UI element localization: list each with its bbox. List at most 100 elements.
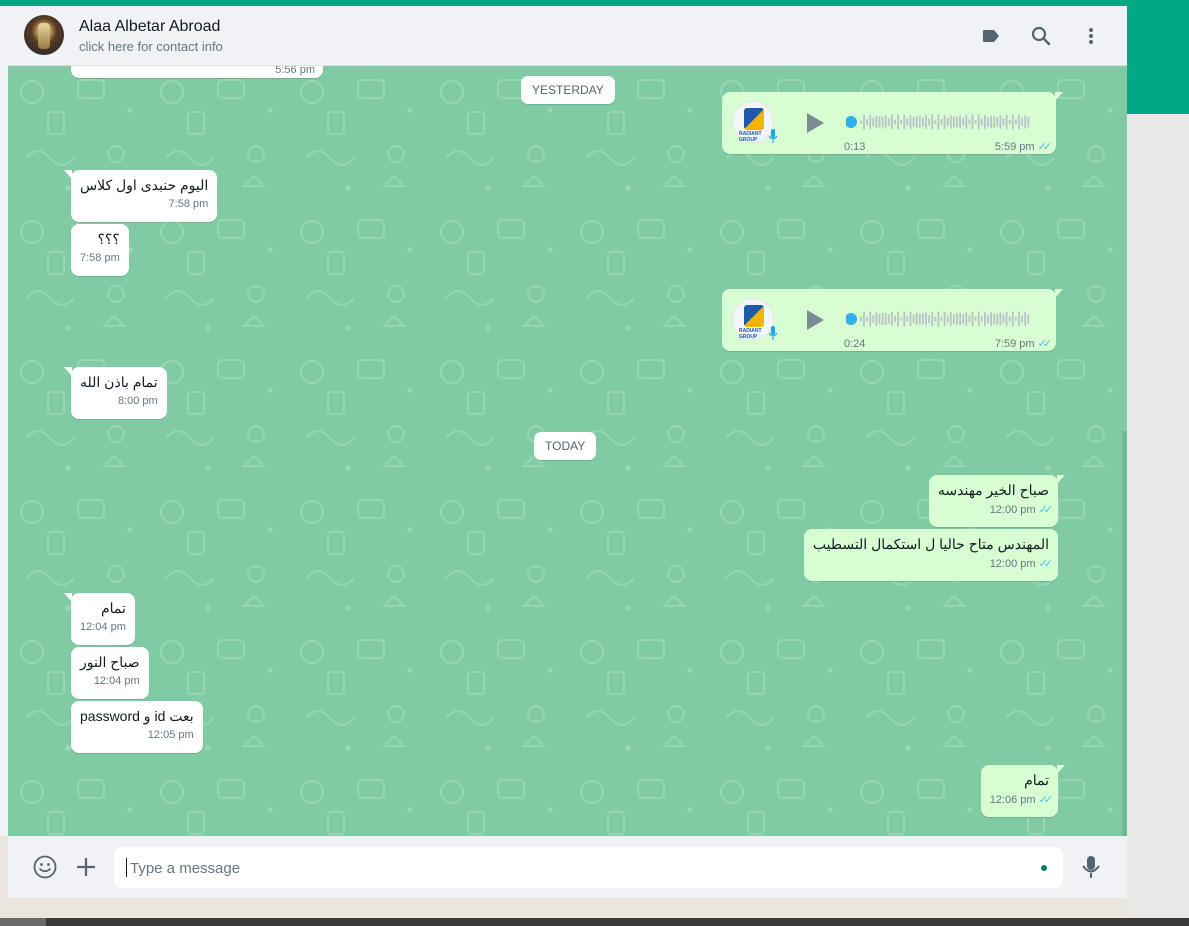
- waveform-bar: [860, 316, 862, 322]
- message-time: 5:59 pm ✓✓: [994, 141, 1052, 153]
- message-bubble-outgoing[interactable]: تمام 12:06 pm ✓✓: [980, 765, 1066, 817]
- message-bubble-incoming[interactable]: 5:56 pm: [71, 66, 323, 78]
- message-bubble-incoming[interactable]: اليوم حنبدى اول كلاس 7:58 pm: [63, 170, 218, 222]
- menu-icon[interactable]: [1079, 24, 1103, 48]
- message-time: 8:00 pm: [117, 395, 158, 407]
- waveform-bar: [931, 311, 934, 327]
- waveform-bar: [931, 114, 934, 130]
- emoji-icon[interactable]: [32, 854, 58, 880]
- message-time: 12:00 pm ✓✓: [989, 504, 1054, 516]
- waveform-bar: [872, 315, 875, 323]
- waveform-bar: [915, 312, 918, 326]
- waveform-bar: [1021, 117, 1023, 127]
- status-dot: [1041, 865, 1047, 871]
- label-icon[interactable]: [979, 24, 1003, 48]
- message-list[interactable]: 5:56 pm YESTERDAY RADIANT GROUP 0:13 5:5…: [8, 66, 1127, 836]
- read-receipt-icon: ✓✓: [1038, 558, 1054, 570]
- waveform-bar: [912, 116, 915, 128]
- message-bubble-outgoing[interactable]: المهندس متاح حاليا ل استكمال التسطيب 12:…: [803, 529, 1058, 581]
- contact-info-hint[interactable]: click here for contact info: [79, 39, 223, 54]
- play-icon[interactable]: [804, 111, 826, 135]
- waveform-bar: [993, 116, 996, 128]
- radiant-logo: [744, 305, 764, 327]
- contact-name[interactable]: Alaa Albetar Abroad: [79, 18, 220, 36]
- message-composer: Type a message: [8, 836, 1127, 898]
- message-text: صباح الخير مهندسه: [937, 482, 1049, 498]
- waveform-bar: [925, 312, 927, 326]
- message-time: 5:56 pm: [275, 66, 315, 76]
- message-text: تمام باذن الله: [80, 374, 158, 390]
- waveform-bar: [1018, 114, 1020, 130]
- waveform-bar: [946, 315, 949, 323]
- waveform-bar: [993, 313, 996, 325]
- chat-scrollbar[interactable]: [1122, 431, 1127, 836]
- message-bubble-outgoing[interactable]: صباح الخير مهندسه 12:00 pm ✓✓: [928, 475, 1066, 527]
- waveform-bar: [906, 316, 909, 322]
- microphone-icon[interactable]: [1080, 854, 1102, 880]
- message-bubble-incoming[interactable]: صباح النور 12:04 pm: [71, 647, 149, 699]
- waveform-bar: [878, 313, 881, 325]
- waveform-bar: [987, 314, 989, 324]
- waveform-bar: [1002, 118, 1005, 126]
- waveform-bar: [891, 114, 893, 130]
- read-receipt-icon: ✓✓: [1038, 504, 1054, 516]
- waveform-bar: [999, 115, 1002, 129]
- scrollbar-thumb[interactable]: [0, 918, 46, 926]
- mic-badge-icon: [769, 129, 777, 143]
- waveform-bar: [1008, 120, 1011, 124]
- waveform-bar: [999, 312, 1002, 326]
- waveform-bar: [922, 313, 924, 325]
- playback-knob[interactable]: [846, 116, 857, 128]
- waveform-bar: [943, 311, 946, 327]
- text-caret: [126, 858, 127, 877]
- voice-waveform[interactable]: [846, 112, 1036, 132]
- message-bubble-incoming[interactable]: تمام 12:04 pm: [64, 593, 135, 645]
- waveform-bar: [884, 312, 887, 326]
- search-icon[interactable]: [1029, 24, 1053, 48]
- sender-avatar: RADIANT GROUP: [732, 298, 774, 340]
- waveform-bar: [962, 314, 965, 324]
- waveform-bar: [962, 117, 965, 127]
- waveform-bar: [922, 117, 924, 127]
- date-separator-today: TODAY: [534, 432, 597, 460]
- waveform-bar: [928, 118, 930, 126]
- waveform-bar: [900, 317, 903, 321]
- waveform-bar: [1008, 316, 1011, 322]
- voice-waveform[interactable]: [846, 309, 1036, 329]
- message-text: اليوم حنبدى اول كلاس: [80, 177, 209, 193]
- waveform-bar: [974, 120, 977, 124]
- voice-message-2[interactable]: RADIANT GROUP 0:24 7:59 pm ✓✓: [722, 289, 1063, 351]
- message-bubble-incoming[interactable]: تمام باذن الله 8:00 pm: [64, 367, 167, 419]
- message-bubble-incoming[interactable]: بعت id و password 12:05 pm: [71, 701, 203, 753]
- waveform-bar: [881, 116, 884, 128]
- message-time: 7:58 pm: [80, 252, 120, 264]
- message-time: 7:58 pm: [168, 198, 209, 210]
- voice-duration: 0:24: [844, 338, 866, 350]
- background-accent: [1127, 6, 1189, 114]
- message-time: 12:05 pm: [147, 729, 194, 741]
- waveform-bar: [996, 117, 999, 127]
- play-icon[interactable]: [804, 308, 826, 332]
- waveform-bar: [949, 115, 952, 129]
- message-bubble-incoming[interactable]: ؟؟؟ 7:58 pm: [71, 224, 129, 276]
- message-time: 12:06 pm ✓✓: [989, 794, 1053, 806]
- message-text: تمام: [1024, 772, 1049, 788]
- waveform-bar: [1002, 314, 1005, 324]
- horizontal-scrollbar[interactable]: [0, 918, 1189, 926]
- waveform-bar: [891, 312, 893, 326]
- left-edge: [0, 6, 8, 836]
- chat-header[interactable]: Alaa Albetar Abroad click here for conta…: [8, 6, 1127, 66]
- contact-avatar[interactable]: [24, 15, 64, 55]
- waveform-bar: [949, 312, 952, 326]
- message-input[interactable]: Type a message: [114, 847, 1063, 888]
- waveform-bar: [977, 311, 980, 327]
- playback-knob[interactable]: [846, 313, 857, 325]
- waveform-bar: [887, 314, 890, 324]
- waveform-bar: [965, 312, 968, 326]
- waveform-bar: [903, 114, 906, 130]
- waveform-bar: [906, 118, 909, 126]
- attach-plus-icon[interactable]: [75, 856, 97, 878]
- waveform-bar: [984, 311, 986, 327]
- voice-message-1[interactable]: RADIANT GROUP 0:13 5:59 pm ✓✓: [722, 92, 1063, 154]
- waveform-bar: [943, 114, 946, 130]
